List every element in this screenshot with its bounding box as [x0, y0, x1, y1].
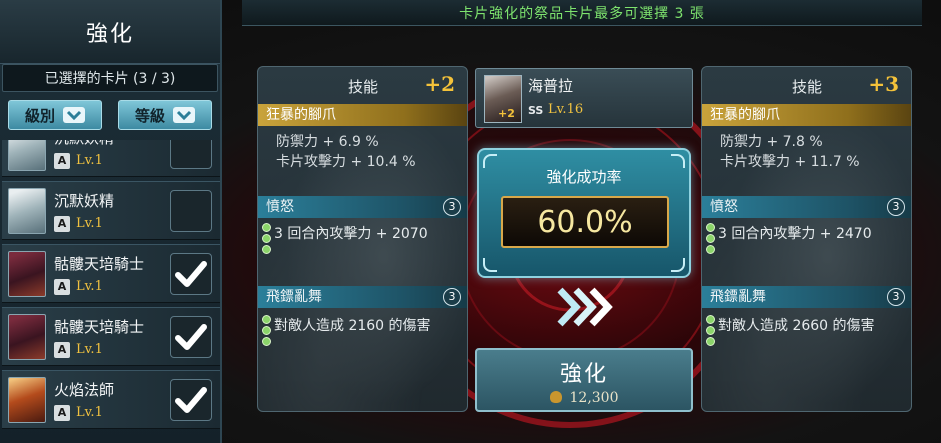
card-list-item[interactable]: 骷髏天培騎士 A Lv.1: [2, 244, 220, 303]
turn-dots-icon: [262, 223, 272, 256]
card-level: Lv.1: [76, 405, 103, 420]
selected-count-label: 已選擇的卡片 (3 / 3): [2, 64, 218, 92]
check-icon: [175, 324, 207, 350]
card-plus-badge: +2: [498, 107, 515, 120]
card-selection-panel: 強化 已選擇的卡片 (3 / 3) 級別 等級 沉默妖精 A Lv.1 沉默妖精…: [0, 0, 222, 443]
card-name: 骷髏天培騎士: [54, 255, 145, 273]
card-thumbnail: [8, 251, 46, 297]
skill-title: 技能: [792, 78, 823, 96]
enhance-label: 強化: [559, 362, 608, 387]
skill-section: 飛鏢亂舞 3: [258, 286, 467, 308]
ornament-corner: [483, 258, 497, 272]
cost-value: 12,300: [569, 390, 619, 406]
select-checkbox[interactable]: [170, 316, 212, 358]
success-rate-panel: 強化成功率 60.0%: [477, 148, 691, 278]
skill-description: 3 回合內攻擊力 + 2070: [274, 226, 428, 242]
skill-count-badge: 3: [443, 198, 461, 216]
card-list-item[interactable]: 骷髏天培騎士 A Lv.1: [2, 307, 220, 366]
card-name: 沉默妖精: [54, 192, 115, 210]
rank-badge: A: [54, 405, 70, 421]
skill-header: 技能 +2: [258, 67, 467, 103]
filter-bar: 級別 等級: [0, 92, 220, 130]
card-list-item[interactable]: 火焰法師 A Lv.1: [2, 370, 220, 429]
rank-badge: A: [54, 153, 70, 169]
stat-line: 防禦力 + 6.9 %: [276, 134, 379, 150]
stat-line: 防禦力 + 7.8 %: [720, 134, 823, 150]
rank-badge: A: [54, 216, 70, 232]
skill-level: +2: [424, 72, 455, 96]
card-thumbnail: [8, 314, 46, 360]
turn-dots-icon: [262, 315, 272, 348]
skill-description: 對敵人造成 2660 的傷害: [718, 318, 875, 334]
card-list: 沉默妖精 A Lv.1 沉默妖精 A Lv.1 骷髏天培騎士 A Lv.1 骷髏…: [0, 140, 220, 443]
triple-chevron-right-icon: [557, 287, 613, 327]
skill-title: 技能: [348, 78, 379, 96]
check-icon: [175, 387, 207, 413]
rank-filter-button[interactable]: 級別: [8, 100, 102, 130]
select-checkbox[interactable]: [170, 253, 212, 295]
chevron-down-icon: [63, 107, 85, 123]
check-icon: [175, 261, 207, 287]
skill-level: +3: [868, 72, 899, 96]
card-level: Lv.1: [76, 279, 103, 294]
skill-count-badge: 3: [887, 288, 905, 306]
select-checkbox[interactable]: [170, 190, 212, 232]
skill-description: 3 回合內攻擊力 + 2470: [718, 226, 872, 242]
skill-header: 技能 +3: [702, 67, 911, 103]
stat-line: 卡片攻擊力 + 10.4 %: [276, 154, 416, 170]
select-checkbox[interactable]: [170, 379, 212, 421]
card-level: Lv.16: [548, 102, 584, 117]
skill-description: 對敵人造成 2160 的傷害: [274, 318, 431, 334]
turn-dots-icon: [706, 315, 716, 348]
skill-name: 飛鏢亂舞: [710, 289, 766, 305]
card-name: 海普拉: [528, 77, 574, 95]
skill-name: 憤怒: [266, 199, 294, 215]
panel-title: 強化: [0, 0, 220, 64]
card-name: 火焰法師: [54, 381, 115, 399]
rank-badge: A: [54, 279, 70, 295]
passive-skill-name: 狂暴的腳爪: [258, 104, 467, 126]
next-skill-panel: 技能 +3 狂暴的腳爪 防禦力 + 7.8 % 卡片攻擊力 + 11.7 % 憤…: [701, 66, 912, 412]
ornament-corner: [671, 258, 685, 272]
success-rate-value: 60.0%: [501, 196, 669, 248]
rarity-badge: SS: [528, 104, 544, 117]
current-skill-panel: 技能 +2 狂暴的腳爪 防禦力 + 6.9 % 卡片攻擊力 + 10.4 % 憤…: [257, 66, 468, 412]
skill-section: 憤怒 3: [258, 196, 467, 218]
enhance-cost: 12,300: [477, 390, 691, 406]
skill-count-badge: 3: [887, 198, 905, 216]
card-list-item[interactable]: 沉默妖精 A Lv.1: [2, 181, 220, 240]
skill-count-badge: 3: [443, 288, 461, 306]
info-banner: 卡片強化的祭品卡片最多可選擇 3 張: [242, 0, 922, 26]
card-level: Lv.1: [76, 153, 103, 168]
card-level: Lv.1: [76, 342, 103, 357]
skill-name: 憤怒: [710, 199, 738, 215]
card-name: 骷髏天培騎士: [54, 318, 145, 336]
success-rate-title: 強化成功率: [546, 168, 622, 186]
turn-dots-icon: [706, 223, 716, 256]
card-name: 沉默妖精: [54, 140, 114, 148]
rank-badge: A: [54, 342, 70, 358]
enhance-button[interactable]: 強化 12,300: [475, 348, 693, 412]
card-thumbnail: [8, 188, 46, 234]
card-thumbnail: [8, 377, 46, 423]
select-checkbox[interactable]: [170, 140, 212, 169]
card-thumbnail: [8, 140, 46, 171]
skill-section: 憤怒 3: [702, 196, 911, 218]
skill-name: 飛鏢亂舞: [266, 289, 322, 305]
passive-skill-name: 狂暴的腳爪: [702, 104, 911, 126]
chevron-down-icon: [173, 107, 195, 123]
level-filter-button[interactable]: 等級: [118, 100, 212, 130]
rank-filter-label: 級別: [24, 106, 55, 125]
card-list-item[interactable]: 沉默妖精 A Lv.1: [2, 140, 220, 177]
stat-line: 卡片攻擊力 + 11.7 %: [720, 154, 860, 170]
coin-bag-icon: [549, 391, 562, 403]
level-filter-label: 等級: [134, 106, 165, 125]
card-level: Lv.1: [76, 216, 103, 231]
skill-section: 飛鏢亂舞 3: [702, 286, 911, 308]
target-card[interactable]: +2 海普拉 SS Lv.16: [475, 68, 693, 128]
